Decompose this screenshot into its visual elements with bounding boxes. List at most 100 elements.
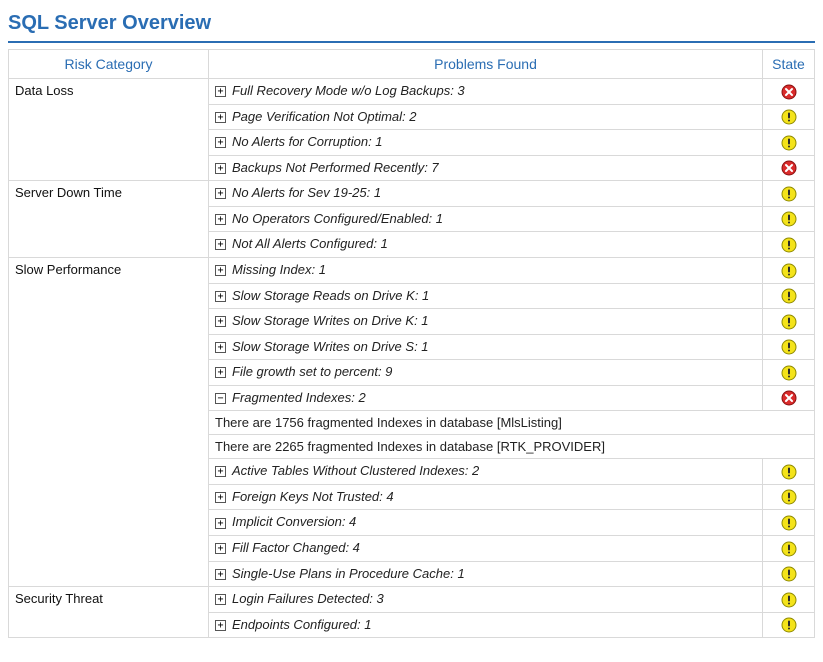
problem-label: Not All Alerts Configured: 1 [232,236,388,251]
state-cell [763,536,815,562]
expand-icon[interactable]: + [215,543,226,554]
problem-cell: + Not All Alerts Configured: 1 [209,232,763,258]
problem-cell: + Backups Not Performed Recently: 7 [209,155,763,181]
state-cell [763,334,815,360]
expand-icon[interactable]: + [215,367,226,378]
problem-cell: + Slow Storage Reads on Drive K: 1 [209,283,763,309]
warning-icon [781,109,797,125]
problem-label: No Alerts for Corruption: 1 [232,134,383,149]
problem-label: Slow Storage Writes on Drive K: 1 [232,313,429,328]
expand-icon[interactable]: + [215,594,226,605]
problem-cell: + Slow Storage Writes on Drive K: 1 [209,309,763,335]
warning-icon [781,314,797,330]
col-header-state: State [763,50,815,79]
expand-icon[interactable]: + [215,518,226,529]
expand-icon[interactable]: + [215,214,226,225]
problem-cell: + Fill Factor Changed: 4 [209,536,763,562]
expand-icon[interactable]: + [215,188,226,199]
state-cell [763,206,815,232]
problem-cell: + File growth set to percent: 9 [209,360,763,386]
table-header-row: Risk Category Problems Found State [9,50,815,79]
warning-icon [781,592,797,608]
problem-label: No Alerts for Sev 19-25: 1 [232,185,381,200]
state-cell [763,360,815,386]
problem-label: Full Recovery Mode w/o Log Backups: 3 [232,83,465,98]
state-cell [763,155,815,181]
state-cell [763,385,815,411]
problem-label: Single-Use Plans in Procedure Cache: 1 [232,566,465,581]
warning-icon [781,339,797,355]
problem-label: File growth set to percent: 9 [232,364,392,379]
warning-icon [781,365,797,381]
expand-icon[interactable]: + [215,86,226,97]
error-icon [781,390,797,406]
problem-label: Login Failures Detected: 3 [232,591,384,606]
problem-cell: + Login Failures Detected: 3 [209,587,763,613]
problem-label: Slow Storage Reads on Drive K: 1 [232,288,429,303]
expand-icon[interactable]: + [215,466,226,477]
warning-icon [781,464,797,480]
problem-label: Foreign Keys Not Trusted: 4 [232,489,394,504]
problem-cell: + Missing Index: 1 [209,257,763,283]
state-cell [763,587,815,613]
problem-label: Implicit Conversion: 4 [232,514,356,529]
problem-cell: + No Alerts for Sev 19-25: 1 [209,181,763,207]
state-cell [763,181,815,207]
warning-icon [781,489,797,505]
expand-icon[interactable]: + [215,316,226,327]
problem-label: Backups Not Performed Recently: 7 [232,160,439,175]
expand-icon[interactable]: + [215,620,226,631]
warning-icon [781,186,797,202]
warning-icon [781,237,797,253]
warning-icon [781,566,797,582]
problem-cell: + Foreign Keys Not Trusted: 4 [209,484,763,510]
expand-icon[interactable]: + [215,137,226,148]
risk-category-cell-server-down-time: Server Down Time [9,181,209,258]
state-cell [763,612,815,638]
expand-icon[interactable]: + [215,342,226,353]
problem-label: No Operators Configured/Enabled: 1 [232,211,443,226]
expand-icon[interactable]: + [215,569,226,580]
warning-icon [781,135,797,151]
problem-cell: +Active Tables Without Clustered Indexes… [209,459,763,485]
problem-label: Fill Factor Changed: 4 [232,540,360,555]
table-row: Data Loss+Full Recovery Mode w/o Log Bac… [9,79,815,105]
expand-icon[interactable]: + [215,239,226,250]
state-cell [763,130,815,156]
expand-icon[interactable]: + [215,291,226,302]
col-header-problems: Problems Found [209,50,763,79]
risk-category-cell-security-threat: Security Threat [9,587,209,638]
warning-icon [781,617,797,633]
error-icon [781,160,797,176]
problem-cell: + Full Recovery Mode w/o Log Backups: 3 [209,79,763,105]
warning-icon [781,288,797,304]
expand-icon[interactable]: + [215,112,226,123]
state-cell [763,510,815,536]
overview-table: Risk Category Problems Found State Data … [8,49,815,638]
state-cell [763,79,815,105]
col-header-risk: Risk Category [9,50,209,79]
table-row: Slow Performance+Missing Index: 1 [9,257,815,283]
warning-icon [781,515,797,531]
state-cell [763,484,815,510]
warning-icon [781,263,797,279]
collapse-icon[interactable]: − [215,393,226,404]
expand-icon[interactable]: + [215,163,226,174]
state-cell [763,309,815,335]
risk-category-cell-data-loss: Data Loss [9,79,209,181]
expand-icon[interactable]: + [215,492,226,503]
state-cell [763,459,815,485]
error-icon [781,84,797,100]
warning-icon [781,541,797,557]
expand-icon[interactable]: + [215,265,226,276]
table-row: Security Threat+Login Failures Detected:… [9,587,815,613]
problem-cell: +Endpoints Configured: 1 [209,612,763,638]
problem-label: Missing Index: 1 [232,262,326,277]
problem-label: Slow Storage Writes on Drive S: 1 [232,339,429,354]
problem-cell: + Slow Storage Writes on Drive S: 1 [209,334,763,360]
state-cell [763,104,815,130]
state-cell [763,283,815,309]
state-cell [763,232,815,258]
problem-cell: −Fragmented Indexes: 2 [209,385,763,411]
problem-label: Page Verification Not Optimal: 2 [232,109,417,124]
